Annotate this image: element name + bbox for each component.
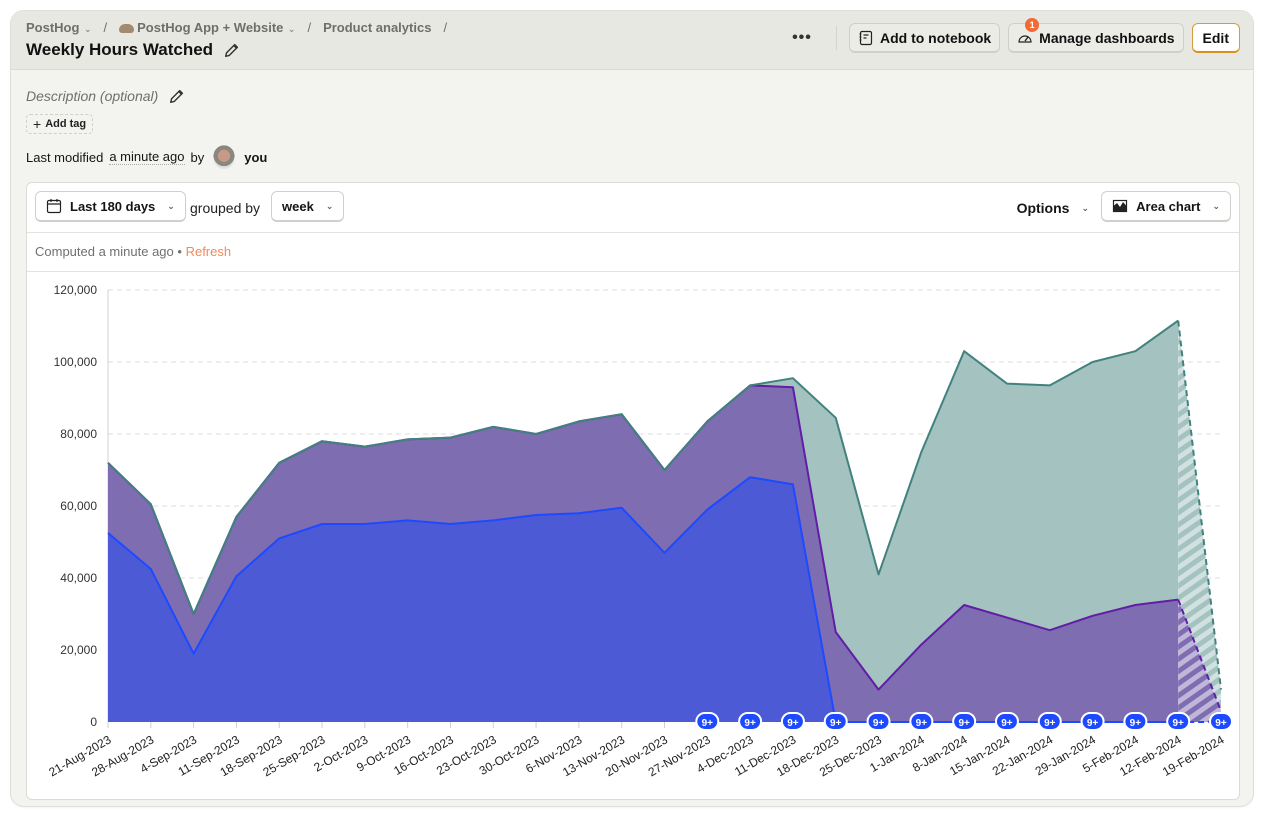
add-to-notebook-button[interactable]: Add to notebook [848, 23, 1001, 53]
chevron-down-icon: ⌄ [285, 24, 296, 34]
refresh-link[interactable]: Refresh [186, 244, 232, 259]
breadcrumb-item-project[interactable]: PostHog App + Website ⌄ [119, 20, 295, 35]
notification-badge: 1 [1025, 18, 1040, 32]
add-tag-label: Add tag [45, 118, 87, 130]
manage-dashboards-label: Manage dashboards [1039, 29, 1175, 46]
y-tick-label: 0 [90, 715, 97, 729]
annotation-marker-label: 9+ [1044, 718, 1056, 729]
annotation-marker-label: 9+ [1172, 718, 1184, 729]
chart-type-select[interactable]: Area chart ⌄ [1101, 191, 1231, 222]
annotation-marker-label: 9+ [744, 718, 756, 729]
avatar [213, 145, 236, 169]
annotation-marker-label: 9+ [830, 718, 842, 729]
annotation-marker-label: 9+ [1001, 718, 1013, 729]
area-chart: 020,00040,00060,00080,000100,000120,0002… [46, 283, 1233, 779]
chevron-down-icon: ⌄ [167, 200, 175, 211]
edit-title-pencil-icon[interactable] [223, 41, 241, 59]
grouped-by-label: grouped by [190, 200, 261, 216]
breadcrumb-org-label: PostHog [26, 20, 80, 35]
manage-dashboards-button[interactable]: 1 Manage dashboards [1008, 18, 1184, 53]
notebook-icon [859, 30, 873, 45]
annotation-marker-label: 9+ [873, 718, 885, 729]
date-range-value: Last 180 days [70, 198, 156, 214]
chevron-down-icon: ⌄ [325, 200, 334, 211]
modified-prefix: Last modified [26, 149, 104, 165]
add-to-notebook-label: Add to notebook [879, 29, 992, 46]
breadcrumb-separator: / [307, 20, 312, 35]
modified-by-prefix: by [190, 149, 205, 165]
edit-button[interactable]: Edit [1191, 23, 1240, 53]
computed-text: Computed a minute ago [35, 244, 174, 259]
y-tick-label: 20,000 [60, 643, 97, 657]
y-tick-label: 100,000 [54, 355, 98, 369]
y-tick-label: 120,000 [54, 283, 98, 297]
description-field[interactable]: Description (optional) [26, 87, 186, 105]
modified-time: a minute ago [109, 149, 185, 165]
y-tick-label: 80,000 [60, 427, 97, 441]
plus-icon: + [33, 116, 42, 132]
interval-value: week [282, 198, 314, 214]
calendar-icon [46, 199, 62, 214]
breadcrumb: PostHog ⌄ / PostHog App + Website ⌄ / Pr… [26, 20, 453, 35]
computed-status: Computed a minute ago • Refresh [35, 244, 231, 259]
breadcrumb-project-label: PostHog App + Website [137, 20, 284, 35]
add-tag-button[interactable]: + Add tag [26, 114, 94, 134]
insight-card: Last 180 days ⌄ grouped by week ⌄ Option… [26, 182, 1240, 800]
y-tick-label: 40,000 [60, 571, 97, 585]
more-options-button[interactable]: ••• [782, 29, 822, 47]
header-actions: ••• Add to notebook 1 Manage dashboards … [782, 18, 1240, 53]
modified-by: you [244, 149, 268, 165]
annotation-marker-label: 9+ [702, 718, 714, 729]
insight-page: PostHog ⌄ / PostHog App + Website ⌄ / Pr… [10, 10, 1254, 807]
options-button[interactable]: Options ⌄ [1017, 200, 1089, 216]
annotation-marker-label: 9+ [916, 718, 928, 729]
top-bar: PostHog ⌄ / PostHog App + Website ⌄ / Pr… [11, 11, 1253, 70]
hedgehog-icon [119, 24, 135, 34]
insight-toolbar: Last 180 days ⌄ grouped by week ⌄ Option… [27, 183, 1239, 233]
chart-type-value: Area chart [1136, 198, 1201, 214]
area-chart-icon [1113, 199, 1128, 213]
annotation-marker-label: 9+ [958, 718, 970, 729]
last-modified: Last modified a minute ago by you [26, 145, 267, 169]
annotation-marker-label: 9+ [1215, 718, 1227, 729]
date-range-select[interactable]: Last 180 days ⌄ [35, 191, 186, 222]
page-title-row: Weekly Hours Watched [26, 40, 241, 60]
description-placeholder: Description (optional) [26, 88, 159, 104]
edit-label: Edit [1202, 29, 1229, 46]
breadcrumb-separator: / [443, 20, 448, 35]
chevron-down-icon: ⌄ [81, 24, 92, 34]
divider [835, 26, 837, 50]
page-title: Weekly Hours Watched [26, 40, 214, 59]
chevron-down-icon: ⌄ [1081, 202, 1089, 213]
annotation-marker-label: 9+ [1087, 718, 1099, 729]
breadcrumb-item-org[interactable]: PostHog ⌄ [26, 20, 92, 35]
y-tick-label: 60,000 [60, 499, 97, 513]
bullet-separator: • [177, 244, 182, 259]
breadcrumb-item-product-analytics[interactable]: Product analytics [323, 20, 431, 35]
annotation-marker-label: 9+ [1130, 718, 1142, 729]
breadcrumb-separator: / [103, 20, 108, 35]
chevron-down-icon: ⌄ [1212, 200, 1220, 211]
options-label: Options [1016, 200, 1070, 216]
interval-select[interactable]: week ⌄ [271, 191, 345, 222]
edit-description-pencil-icon[interactable] [168, 87, 186, 105]
annotation-marker-label: 9+ [787, 718, 799, 729]
